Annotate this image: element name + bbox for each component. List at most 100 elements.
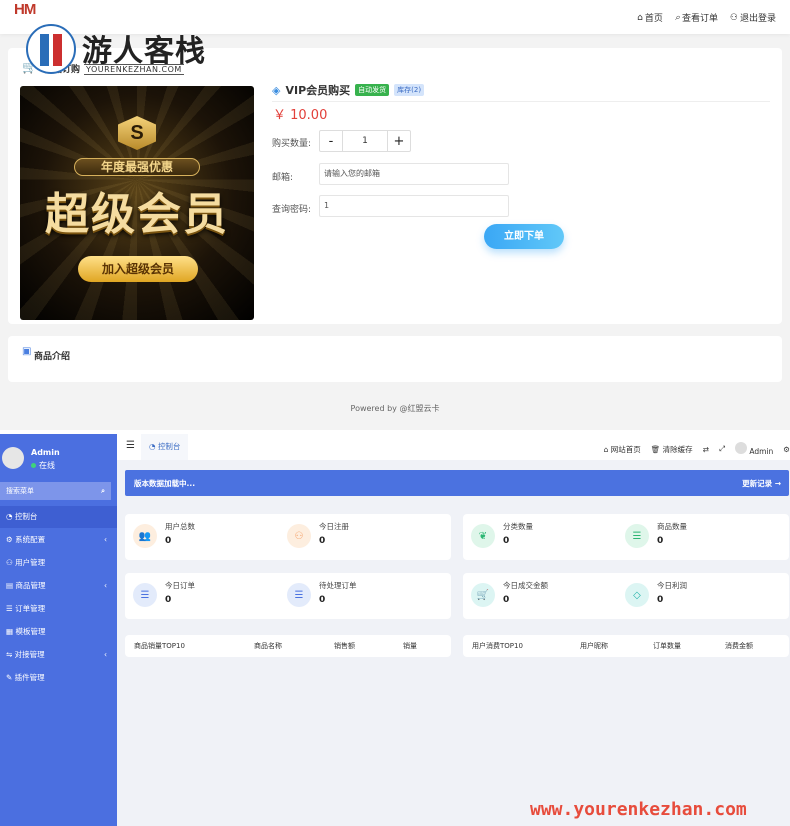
sidebar-item-plugins[interactable]: ✎ 插件管理 <box>0 667 117 689</box>
nav-logout[interactable]: ⚇ 退出登录 <box>729 11 776 25</box>
diamond-icon: ◈ <box>272 83 281 97</box>
fullscreen-icon[interactable]: ⤢ <box>719 444 725 454</box>
password-label: 查询密码: <box>272 205 312 215</box>
image-headline: 超级会员 <box>45 189 229 240</box>
list-icon: ☰ <box>287 583 311 607</box>
chevron-left-icon: ‹ <box>104 581 107 590</box>
qty-label: 购买数量: <box>272 139 312 149</box>
version-notice: 版本数据加载中... 更新记录 → <box>125 470 789 496</box>
sidebar-item-integration[interactable]: ⇋ 对接管理 ‹ <box>0 644 117 666</box>
settings-icon[interactable]: ⚙ <box>783 445 790 454</box>
changelog-link[interactable]: 更新记录 → <box>742 478 781 489</box>
gear-icon: ⚙ <box>6 535 16 544</box>
watermark-subtitle: YOURENKEZHAN.COM <box>84 64 184 75</box>
menu-toggle-icon[interactable]: ☰ <box>126 440 135 451</box>
admin-dashboard: Admin 在线 搜索菜单 ⌕ ◔ 控制台 ⚙ 系统配置 ‹ ⚇ 用户管理 ▤ 商品… <box>0 434 790 826</box>
cart-icon: 🛒 <box>471 583 495 607</box>
product-card: 🛒 商品订购 S 年度最强优惠 超级会员 加入超级会员 ◈ VIP会员购买 自动… <box>8 48 782 324</box>
user-icon: ⚇ <box>729 12 738 23</box>
top-users-table: 用户消费TOP10 用户昵称 订单数量 消费金额 <box>463 635 789 657</box>
table-header: 商品销量TOP10 商品名称 销售额 销量 <box>134 642 417 650</box>
stat-category-count: ❦ 分类数量 0 <box>471 519 621 555</box>
stat-total-users: 👥 用户总数 0 <box>133 519 283 555</box>
admin-sidebar: Admin 在线 搜索菜单 ⌕ ◔ 控制台 ⚙ 系统配置 ‹ ⚇ 用户管理 ▤ 商品… <box>0 434 117 826</box>
avatar <box>734 442 747 454</box>
product-price: ￥ 10.00 <box>273 108 328 123</box>
diamond-icon: ◇ <box>625 583 649 607</box>
doc-icon: ▣ <box>22 346 32 357</box>
qty-minus-button[interactable]: - <box>320 131 342 151</box>
stat-today-revenue: 🛒 今日成交金额 0 <box>471 578 621 614</box>
user-menu[interactable]: Admin <box>734 442 773 456</box>
qty-input[interactable]: 1 <box>342 131 388 151</box>
topbar-actions: ⌂ 网站首页 🗑 清除缓存 ⇄ ⤢ Admin ⚙ <box>604 442 790 456</box>
sidebar-item-templates[interactable]: ▦ 模板管理 <box>0 621 117 643</box>
site-logo[interactable]: HM <box>14 1 36 18</box>
stat-pending-orders: ☰ 待处理订单 0 <box>287 578 437 614</box>
watermark-logo: 游人客栈 YOURENKEZHAN.COM <box>26 24 216 76</box>
watermark-emblem-icon <box>26 24 76 74</box>
puzzle-icon: ✎ <box>6 673 15 682</box>
notice-text: 版本数据加载中... <box>134 479 196 488</box>
site-home-link[interactable]: ⌂ 网站首页 <box>604 444 641 455</box>
menu-search-input[interactable]: 搜索菜单 ⌕ <box>0 482 111 500</box>
password-field[interactable]: 1 <box>319 195 509 217</box>
tab-dashboard[interactable]: ◔ 控制台 <box>141 434 189 460</box>
powered-by: Powered by @红盟云卡 <box>350 404 440 413</box>
product-title-row: ◈ VIP会员购买 自动发货 库存(2) <box>272 82 425 98</box>
sidebar-item-products[interactable]: ▤ 商品管理 ‹ <box>0 575 117 597</box>
product-name: VIP会员购买 <box>285 84 351 97</box>
search-icon: ⌕ <box>674 12 680 23</box>
stats-panel-4: 🛒 今日成交金额 0 ◇ 今日利润 0 <box>463 573 789 619</box>
qty-plus-button[interactable]: + <box>388 131 410 151</box>
auto-ship-badge: 自动发货 <box>355 84 390 96</box>
image-join-label: 加入超级会员 <box>78 256 198 282</box>
sidebar-item-orders[interactable]: ☰ 订单管理 <box>0 598 117 620</box>
image-subtitle: 年度最强优惠 <box>74 158 200 176</box>
online-status: 在线 <box>31 460 55 471</box>
table-header: 用户消费TOP10 用户昵称 订单数量 消费金额 <box>472 642 753 650</box>
stats-panel-3: ☰ 今日订单 0 ☰ 待处理订单 0 <box>125 573 451 619</box>
header-nav: ⌂ 首页 ⌕ 查看订单 ⚇ 退出登录 <box>637 11 776 25</box>
plug-icon: ⇋ <box>6 650 15 659</box>
list-icon: ☰ <box>6 604 16 613</box>
buy-now-button[interactable]: 立即下单 <box>484 224 564 249</box>
stat-today-registered: ⚇ 今日注册 0 <box>287 519 437 555</box>
stat-product-count: ☰ 商品数量 0 <box>625 519 775 555</box>
divider <box>272 101 770 102</box>
stat-today-profit: ◇ 今日利润 0 <box>625 578 775 614</box>
stats-panel-1: 👥 用户总数 0 ⚇ 今日注册 0 <box>125 514 451 560</box>
clear-cache-button[interactable]: 🗑 清除缓存 <box>651 444 693 455</box>
leaf-icon: ❦ <box>471 524 495 548</box>
stat-today-orders: ☰ 今日订单 0 <box>133 578 283 614</box>
admin-username: Admin <box>31 448 60 457</box>
top-products-table: 商品销量TOP10 商品名称 销售额 销量 <box>125 635 451 657</box>
avatar <box>2 447 24 469</box>
storefront-page: HM ⌂首页 ⌕查看订单 ⚇退出登录 🛒 商品订购 S 年度最强优惠 超级会员 … <box>0 0 790 430</box>
product-image: S 年度最强优惠 超级会员 加入超级会员 <box>20 86 254 320</box>
list-icon: ☰ <box>625 524 649 548</box>
chevron-left-icon: ‹ <box>104 535 107 544</box>
search-icon: ⌕ <box>101 487 105 495</box>
users-icon: 👥 <box>133 524 157 548</box>
sidebar-item-dashboard[interactable]: ◔ 控制台 <box>0 506 117 528</box>
email-label: 邮箱: <box>272 173 294 183</box>
user-icon: ⚇ <box>6 558 16 567</box>
chevron-left-icon: ‹ <box>104 650 107 659</box>
nav-home[interactable]: ⌂ 首页 <box>637 11 663 25</box>
watermark-url: www.yourenkezhan.com <box>530 799 747 820</box>
email-field[interactable]: 请输入您的邮箱 <box>319 163 509 185</box>
translate-icon[interactable]: ⇄ <box>703 445 709 454</box>
intro-title: 商品介绍 <box>34 352 71 362</box>
admin-topbar: ☰ ◔ 控制台 ⌂ 网站首页 🗑 清除缓存 ⇄ ⤢ Admin ⚙ <box>117 434 790 460</box>
user-add-icon: ⚇ <box>287 524 311 548</box>
list-icon: ☰ <box>133 583 157 607</box>
stats-panel-2: ❦ 分类数量 0 ☰ 商品数量 0 <box>463 514 789 560</box>
sidebar-item-users[interactable]: ⚇ 用户管理 <box>0 552 117 574</box>
intro-card: ▣ 商品介绍 <box>8 336 782 382</box>
stock-badge: 库存(2) <box>394 84 425 96</box>
home-icon: ⌂ <box>637 12 643 23</box>
nav-view-orders[interactable]: ⌕ 查看订单 <box>674 11 718 25</box>
sidebar-item-system-config[interactable]: ⚙ 系统配置 ‹ <box>0 529 117 551</box>
dashboard-icon: ◔ <box>6 512 15 521</box>
